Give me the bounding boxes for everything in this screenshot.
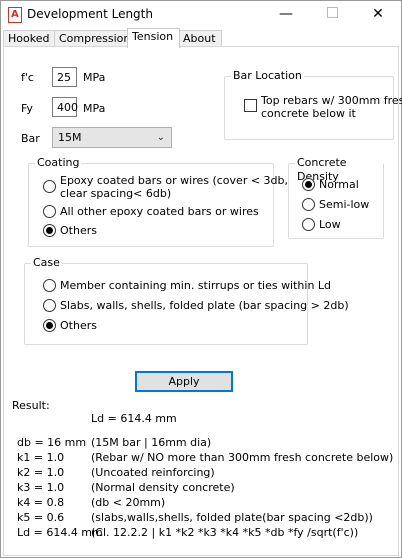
result-row-key: k3 = 1.0 xyxy=(17,481,65,494)
coating-radio-epoxy-cover[interactable] xyxy=(43,180,56,193)
app-icon: A xyxy=(8,7,22,23)
window-title: Development Length xyxy=(27,7,153,21)
result-row-note: (Cl. 12.2.2 | k1 *k2 *k3 *k4 *k5 *db *fy… xyxy=(91,526,359,539)
coating-option-epoxy-cover-2: clear spacing< 6db) xyxy=(60,187,172,200)
app-window: A Development Length — ✕ Hooked Compress… xyxy=(0,0,402,558)
fy-input[interactable]: 400 xyxy=(52,97,78,117)
result-row-key: k4 = 0.8 xyxy=(17,496,65,509)
chevron-down-icon: ⌄ xyxy=(156,132,165,143)
density-option-low: Low xyxy=(319,218,341,231)
result-row-key: Ld = 614.4 mm xyxy=(17,526,103,539)
case-group: Case Member containing min. stirrups or … xyxy=(24,256,349,345)
bar-label: Bar xyxy=(21,132,40,145)
result-row-note: (slabs,walls,shells, folded plate(bar sp… xyxy=(91,511,373,524)
result-row-key: k5 = 0.6 xyxy=(17,511,65,524)
top-rebar-label-2: concrete below it xyxy=(261,107,356,120)
coating-option-others: Others xyxy=(60,224,97,237)
result-row-key: k1 = 1.0 xyxy=(17,451,65,464)
density-radio-normal[interactable] xyxy=(302,178,315,191)
result-row-key: db = 16 mm xyxy=(17,436,87,449)
top-rebar-label-1: Top rebars w/ 300mm fresh xyxy=(261,94,402,107)
bar-location-title: Bar Location xyxy=(231,69,304,83)
density-option-semi-low: Semi-low xyxy=(319,198,370,211)
result-row-note: (Uncoated reinforcing) xyxy=(91,466,215,479)
case-radio-stirrups[interactable] xyxy=(43,279,56,292)
case-option-slabs: Slabs, walls, shells, folded plate (bar … xyxy=(60,299,349,312)
title-bar[interactable]: A Development Length — ✕ xyxy=(1,1,401,28)
fc-unit: MPa xyxy=(83,71,106,84)
result-row-note: (Rebar w/ NO more than 300mm fresh concr… xyxy=(91,451,394,464)
tension-panel: f'c 25 MPa Fy 400 MPa Bar 15M ⌄ Bar Loca… xyxy=(3,46,402,556)
tab-tension[interactable]: Tension xyxy=(127,28,180,48)
density-radio-low[interactable] xyxy=(302,218,315,231)
bar-select-value: 15M xyxy=(58,131,82,144)
tab-compression[interactable]: Compression xyxy=(54,30,130,47)
maximize-icon xyxy=(326,7,338,18)
close-button[interactable]: ✕ xyxy=(355,1,401,28)
coating-option-other-epoxy: All other epoxy coated bars or wires xyxy=(60,205,259,218)
case-radio-others[interactable] xyxy=(43,319,56,332)
tab-hooked[interactable]: Hooked xyxy=(3,30,56,47)
fy-unit: MPa xyxy=(83,102,106,115)
case-option-stirrups: Member containing min. stirrups or ties … xyxy=(60,279,332,292)
minimize-button[interactable]: — xyxy=(263,1,309,28)
fc-label: f'c xyxy=(21,71,34,84)
apply-button[interactable]: Apply xyxy=(135,371,233,392)
density-group: Concrete Density Normal Semi-low Low xyxy=(288,156,384,239)
coating-radio-other-epoxy[interactable] xyxy=(43,205,56,218)
coating-title: Coating xyxy=(35,156,82,170)
result-row-key: k2 = 1.0 xyxy=(17,466,65,479)
fy-label: Fy xyxy=(21,102,33,115)
density-option-normal: Normal xyxy=(319,178,359,191)
maximize-button[interactable] xyxy=(309,1,355,28)
result-heading: Result: xyxy=(12,399,50,412)
coating-group: Coating Epoxy coated bars or wires (cove… xyxy=(28,156,288,247)
case-title: Case xyxy=(31,256,62,270)
bar-location-group: Bar Location Top rebars w/ 300mm fresh c… xyxy=(224,69,402,140)
tab-about[interactable]: About xyxy=(178,30,222,47)
coating-radio-others[interactable] xyxy=(43,224,56,237)
bar-select[interactable]: 15M ⌄ xyxy=(52,127,172,148)
case-radio-slabs[interactable] xyxy=(43,299,56,312)
fc-input[interactable]: 25 xyxy=(52,67,77,87)
result-row-note: (15M bar | 16mm dia) xyxy=(91,436,212,449)
result-row-note: (Normal density concrete) xyxy=(91,481,235,494)
top-rebar-checkbox[interactable] xyxy=(244,99,257,112)
density-radio-semi-low[interactable] xyxy=(302,198,315,211)
coating-option-epoxy-cover-1: Epoxy coated bars or wires (cover < 3db, xyxy=(60,174,289,187)
result-row-note: (db < 20mm) xyxy=(91,496,166,509)
case-option-others: Others xyxy=(60,319,97,332)
result-summary: Ld = 614.4 mm xyxy=(91,412,177,425)
